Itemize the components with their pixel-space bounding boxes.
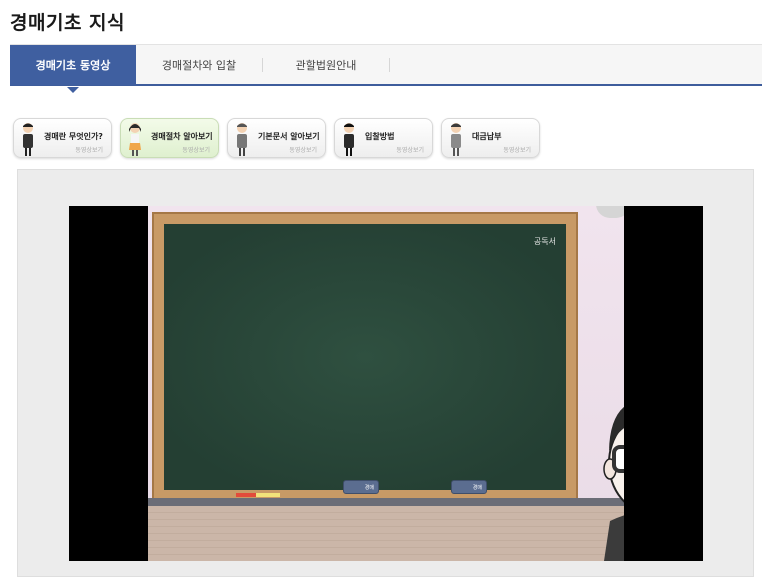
video-button-sub: 동영상보기 <box>182 147 210 154</box>
ceiling-lamp <box>596 206 624 218</box>
page-title: 경매기초 지식 <box>10 12 125 34</box>
video-button-label: 입찰방법 <box>365 132 395 141</box>
businessman-icon <box>237 123 247 156</box>
businessman-icon <box>451 123 461 156</box>
woman-character-icon <box>129 123 141 156</box>
video-button-what-is-auction[interactable]: 경매란 무엇인가? 동영상보기 <box>13 118 112 158</box>
tab-auction-basics-video[interactable]: 경매기초 동영상 <box>10 45 136 93</box>
yellow-chalk <box>256 493 280 497</box>
tab-bar: 경매기초 동영상 경매절차와 입찰 관할법원안내 <box>10 44 762 93</box>
tab-divider <box>389 57 390 72</box>
floor <box>148 506 624 561</box>
video-button-label: 경매란 무엇인가? <box>44 132 103 141</box>
businessman-icon <box>344 123 354 156</box>
video-button-sub: 동영상보기 <box>503 147 531 154</box>
video-button-sub: 동영상보기 <box>396 147 424 154</box>
board-mark: 공독서 <box>533 237 556 246</box>
tab-auction-procedure-bidding[interactable]: 경매절차와 입찰 <box>136 45 262 85</box>
video-scene: 공독서 경매 경매 <box>148 206 624 561</box>
video-button-label: 대금납부 <box>472 132 502 141</box>
video-button-sub: 동영상보기 <box>289 147 317 154</box>
video-button-bidding-method[interactable]: 입찰방법 동영상보기 <box>334 118 433 158</box>
businessman-icon <box>23 123 33 156</box>
red-chalk <box>236 493 256 497</box>
cartoon-teacher-icon <box>603 406 624 561</box>
video-button-auction-procedure[interactable]: 경매절차 알아보기 동영상보기 <box>120 118 219 158</box>
video-button-list: 경매란 무엇인가? 동영상보기 경매절차 알아보기 동영상보기 기본문서 알아보… <box>13 118 540 158</box>
video-button-label: 경매절차 알아보기 <box>151 132 213 141</box>
video-button-label: 기본문서 알아보기 <box>258 132 320 141</box>
tab-court-jurisdiction-guide[interactable]: 관할법원안내 <box>263 45 389 85</box>
video-button-payment[interactable]: 대금납부 동영상보기 <box>441 118 540 158</box>
chalkboard-frame: 공독서 <box>152 212 578 502</box>
video-button-basic-documents[interactable]: 기본문서 알아보기 동영상보기 <box>227 118 326 158</box>
video-button-sub: 동영상보기 <box>75 147 103 154</box>
eraser: 경매 <box>343 480 379 494</box>
eraser: 경매 <box>451 480 487 494</box>
chalkboard: 공독서 <box>164 224 566 490</box>
video-player[interactable]: 공독서 경매 경매 <box>69 206 703 561</box>
